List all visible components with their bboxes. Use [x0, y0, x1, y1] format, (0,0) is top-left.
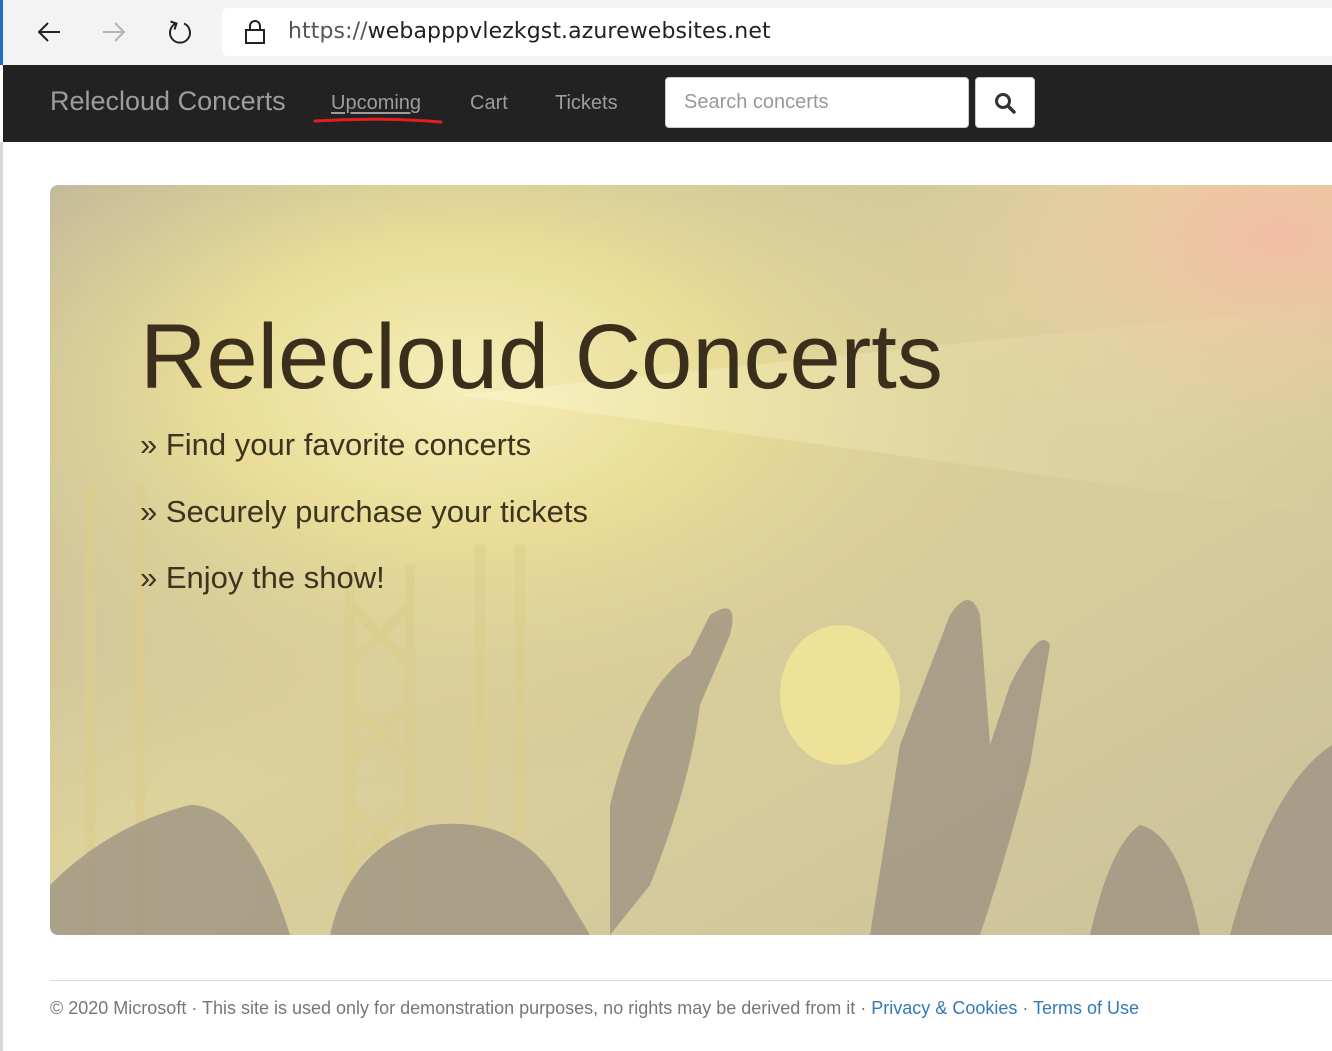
navbar-brand[interactable]: Relecloud Concerts	[50, 86, 286, 117]
nav-link-tickets[interactable]: Tickets	[555, 92, 618, 115]
privacy-cookies-link[interactable]: Privacy & Cookies	[871, 998, 1017, 1018]
back-arrow-icon	[37, 22, 60, 42]
window-left-edge	[0, 142, 3, 1051]
hero-point-find: » Find your favorite concerts	[140, 427, 532, 462]
address-bar[interactable]: https://webapppvlezkgst.azurewebsites.ne…	[222, 8, 1332, 56]
footer: © 2020 Microsoft · This site is used onl…	[50, 998, 1139, 1019]
back-button[interactable]	[29, 12, 69, 52]
hero-point-enjoy: » Enjoy the show!	[140, 560, 385, 595]
url-host: webapppvlezkgst.azurewebsites.net	[367, 19, 771, 44]
refresh-button[interactable]	[160, 12, 200, 52]
search-button[interactable]	[975, 77, 1035, 128]
browser-toolbar: https://webapppvlezkgst.azurewebsites.ne…	[0, 0, 1332, 65]
lock-icon	[245, 20, 265, 44]
nav-link-cart[interactable]: Cart	[470, 92, 508, 115]
footer-separator: ·	[1017, 998, 1034, 1018]
url-text: https://webapppvlezkgst.azurewebsites.ne…	[288, 19, 771, 44]
terms-of-use-link[interactable]: Terms of Use	[1033, 998, 1139, 1018]
nav-link-upcoming[interactable]: Upcoming	[331, 92, 421, 115]
red-annotation-underline	[313, 117, 443, 124]
search-input[interactable]	[665, 77, 969, 128]
footer-text: © 2020 Microsoft · This site is used onl…	[50, 998, 872, 1018]
site-navbar: Relecloud Concerts Upcoming Cart Tickets	[3, 65, 1332, 142]
forward-button[interactable]	[94, 12, 134, 52]
footer-divider	[50, 980, 1332, 981]
url-scheme: https://	[288, 19, 368, 44]
forward-arrow-icon	[103, 22, 126, 42]
hero-title: Relecloud Concerts	[140, 306, 943, 408]
refresh-icon	[169, 20, 191, 44]
hero-point-purchase: » Securely purchase your tickets	[140, 494, 588, 529]
hero-jumbotron: Relecloud Concerts » Find your favorite …	[50, 185, 1332, 935]
search-icon	[995, 92, 1016, 114]
